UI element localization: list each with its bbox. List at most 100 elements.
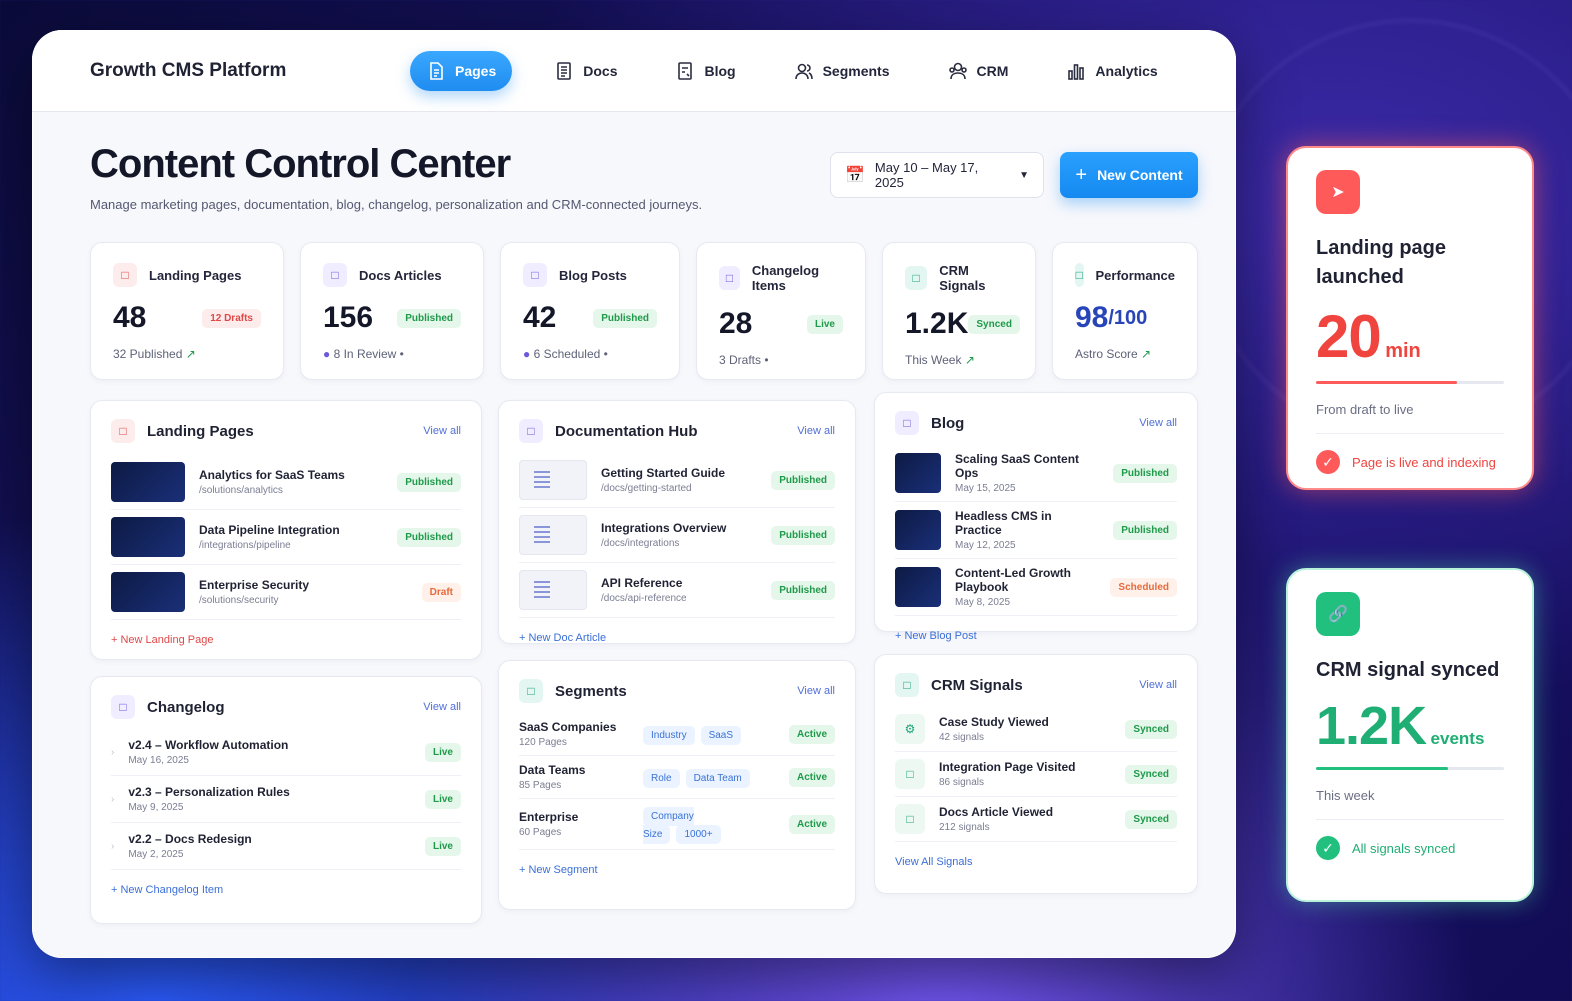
status-badge: Published: [771, 525, 835, 545]
status-badge: Published: [771, 580, 835, 600]
stat-landing-pages[interactable]: □ Landing Pages 48 12 Drafts 32 Published …: [90, 242, 284, 380]
tab-blog[interactable]: Blog: [659, 51, 751, 91]
stat-performance[interactable]: □ Performance 98/100 Astro Score ↗: [1052, 242, 1198, 380]
card-title: Landing page launched: [1316, 237, 1446, 288]
view-all-link[interactable]: View all: [797, 685, 835, 697]
list-item[interactable]: › v2.2 – Docs Redesign May 2, 2025 Live: [111, 823, 461, 870]
list-item[interactable]: □ Integration Page Visited 86 signals Synce…: [895, 752, 1177, 797]
post-thumbnail: [895, 453, 941, 493]
status-badge: Scheduled: [1110, 577, 1177, 597]
stat-blog-posts[interactable]: □ Blog Posts 42 Published ● 6 Scheduled •: [500, 242, 680, 380]
view-all-link[interactable]: View all: [1139, 417, 1177, 429]
list-item[interactable]: ⚙ Case Study Viewed 42 signals Synced: [895, 707, 1177, 752]
page-icon: □: [111, 419, 135, 443]
view-all-signals-link[interactable]: View All Signals: [895, 856, 1177, 868]
list-item[interactable]: □ Docs Article Viewed 212 signals Synced: [895, 797, 1177, 842]
blog-panel: □ Blog View all Scaling SaaS Content Ops Ma…: [874, 392, 1198, 642]
page-icon: □: [113, 263, 137, 287]
status-badge: Published: [593, 308, 657, 328]
status-badge: Published: [397, 308, 461, 328]
status-badge: Synced: [1125, 719, 1177, 739]
status-badge: Published: [771, 470, 835, 490]
trend-up-icon: ↗: [964, 353, 975, 367]
list-item[interactable]: Data Teams 85 Pages Role Data Team Active: [519, 756, 835, 799]
changelog-panel: □ Changelog View all › v2.4 – Workflow Auto…: [90, 676, 482, 924]
new-doc-article-button[interactable]: + New Doc Article: [519, 632, 835, 644]
chevron-right-icon: ›: [111, 746, 115, 758]
tab-docs[interactable]: Docs: [538, 51, 633, 91]
signal-icon: □: [905, 266, 928, 290]
status-badge: Draft: [421, 582, 461, 602]
list-item[interactable]: Headless CMS in Practice May 12, 2025 Publ…: [895, 502, 1177, 559]
card-title: CRM signal synced: [1316, 659, 1500, 681]
calendar-icon: 📅: [845, 167, 865, 184]
stat-changelog-items[interactable]: □ Changelog Items 28 Live 3 Drafts •: [696, 242, 866, 380]
chevron-right-icon: ›: [111, 840, 115, 852]
new-changelog-item-button[interactable]: + New Changelog Item: [111, 884, 461, 896]
blog-icon: [678, 61, 693, 80]
view-all-link[interactable]: View all: [1139, 679, 1177, 691]
segment-tag: 1000+: [676, 825, 721, 844]
page-thumbnail: [111, 517, 185, 557]
post-thumbnail: [895, 510, 941, 550]
list-item[interactable]: Analytics for SaaS Teams/solutions/analy…: [111, 455, 461, 510]
page-thumbnail: [111, 572, 185, 612]
segment-tag: Role: [643, 769, 680, 788]
signal-icon: □: [895, 759, 925, 789]
status-badge: Published: [1113, 520, 1177, 540]
list-item[interactable]: › v2.4 – Workflow Automation May 16, 2025 L…: [111, 729, 461, 776]
docs-icon: □: [323, 263, 347, 287]
list-item[interactable]: Enterprise Security/solutions/security Dr…: [111, 565, 461, 620]
list-item[interactable]: › v2.3 – Personalization Rules May 9, 2025…: [111, 776, 461, 823]
list-item[interactable]: SaaS Companies 120 Pages Industry SaaS Activ…: [519, 713, 835, 756]
crm-signals-panel: □ CRM Signals View all ⚙ Case Study Viewed 4…: [874, 654, 1198, 894]
signal-icon: ⚙: [895, 714, 925, 744]
list-item[interactable]: API Reference/docs/api-reference Publishe…: [519, 563, 835, 618]
page-thumbnail: [111, 462, 185, 502]
changelog-icon: □: [719, 266, 740, 290]
status-badge: Active: [788, 724, 835, 744]
list-item[interactable]: Getting Started Guide/docs/getting-start…: [519, 453, 835, 508]
view-all-link[interactable]: View all: [423, 425, 461, 437]
crm-sync-notification-card: 🔗 CRM signal synced 1.2K events This wee…: [1286, 568, 1534, 902]
tab-crm[interactable]: CRM: [932, 51, 1025, 91]
status-badge: Synced: [968, 314, 1020, 334]
view-all-link[interactable]: View all: [423, 701, 461, 713]
new-segment-button[interactable]: + New Segment: [519, 864, 835, 876]
brand-title: Growth CMS Platform: [90, 59, 287, 81]
tab-analytics[interactable]: Analytics: [1050, 51, 1173, 91]
new-landing-page-button[interactable]: + New Landing Page: [111, 634, 461, 646]
list-item[interactable]: Enterprise 60 Pages Company Size 1000+ Activ…: [519, 799, 835, 850]
new-blog-post-button[interactable]: + New Blog Post: [895, 630, 1177, 642]
check-icon: ✓: [1316, 836, 1340, 860]
page-title: Content Control Center: [90, 142, 511, 186]
date-range-picker[interactable]: 📅 May 10 – May 17, 2025 ▼: [830, 152, 1044, 198]
docs-icon: □: [519, 419, 543, 443]
documentation-hub-panel: □ Documentation Hub View all Getting Start…: [498, 400, 856, 644]
doc-thumbnail: [519, 515, 587, 555]
bar-chart-icon: [1068, 63, 1085, 80]
app-window: Growth CMS Platform Pages Docs Blog Segm…: [32, 30, 1236, 958]
list-item[interactable]: Integrations Overview/docs/integrations P…: [519, 508, 835, 563]
main-nav: Pages Docs Blog Segments CRM Analytics: [410, 50, 1174, 91]
stat-docs-articles[interactable]: □ Docs Articles 156 Published ● 8 In Revie…: [300, 242, 484, 380]
stat-crm-signals[interactable]: □ CRM Signals 1.2K Synced This Week ↗: [882, 242, 1036, 380]
list-item[interactable]: Scaling SaaS Content Ops May 15, 2025 Publ…: [895, 445, 1177, 502]
view-all-link[interactable]: View all: [797, 425, 835, 437]
tab-segments[interactable]: Segments: [778, 51, 906, 91]
blog-icon: □: [895, 411, 919, 435]
progress-bar: [1316, 767, 1504, 770]
page-header: Content Control Center Manage marketing …: [90, 142, 702, 212]
list-item[interactable]: Data Pipeline Integration/integrations/p…: [111, 510, 461, 565]
list-item[interactable]: Content-Led Growth Playbook May 8, 2025 Sc…: [895, 559, 1177, 616]
tab-pages[interactable]: Pages: [410, 50, 513, 91]
status-badge: Active: [788, 767, 835, 787]
status-badge: Published: [397, 472, 461, 492]
new-content-button[interactable]: + New Content: [1060, 152, 1198, 198]
plus-icon: +: [1075, 163, 1088, 186]
progress-bar: [1316, 381, 1504, 384]
status-badge: Synced: [1125, 809, 1177, 829]
doc-thumbnail: [519, 570, 587, 610]
chevron-right-icon: ›: [111, 793, 115, 805]
status-badge: Live: [424, 742, 461, 762]
